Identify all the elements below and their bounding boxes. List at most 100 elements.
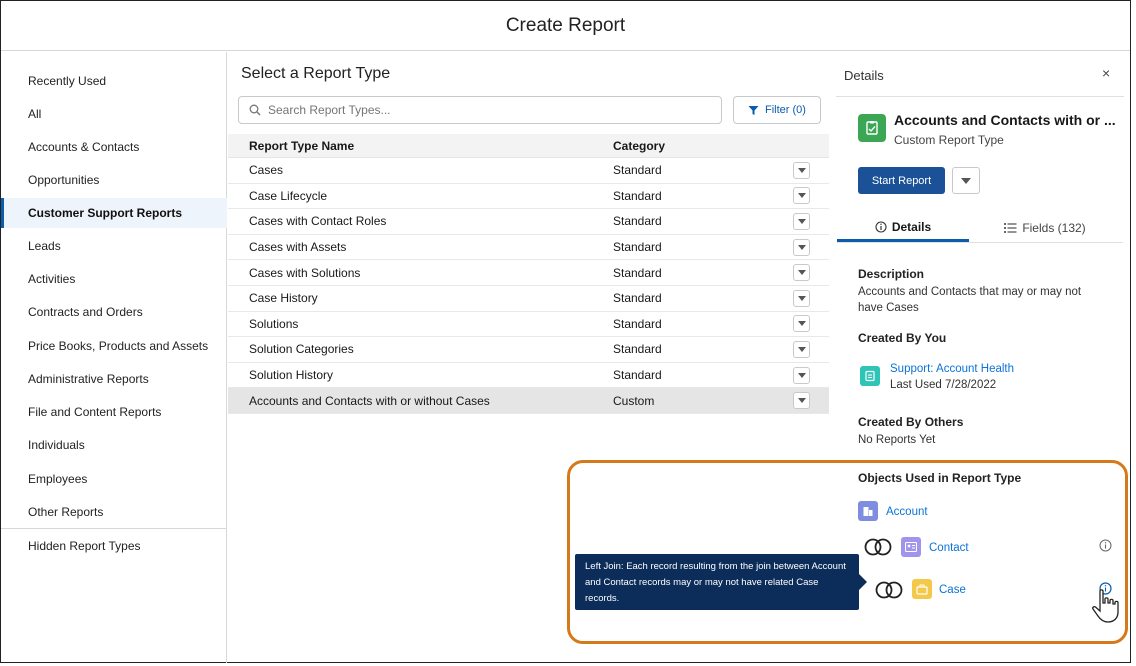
- tab-underline: [837, 242, 1123, 243]
- report-type-name-cell[interactable]: Cases with Solutions: [228, 266, 613, 280]
- table-row[interactable]: Solution Categories Standard: [228, 337, 829, 363]
- report-type-category-cell: Standard: [613, 163, 662, 178]
- table-header: Report Type Name Category: [228, 134, 829, 158]
- chevron-down-icon: [797, 244, 806, 250]
- sidebar-item-customer-support-reports[interactable]: Customer Support Reports: [1, 198, 227, 228]
- report-type-category-cell: Standard: [613, 316, 662, 331]
- chevron-down-icon: [961, 177, 971, 184]
- panel-title: Select a Report Type: [241, 65, 391, 82]
- table-row[interactable]: Cases with Contact Roles Standard: [228, 209, 829, 235]
- sidebar-item-leads[interactable]: Leads: [1, 231, 227, 261]
- tab-details-label: Details: [891, 219, 932, 234]
- search-input[interactable]: [268, 103, 708, 117]
- sidebar-item-accounts-contacts[interactable]: Accounts & Contacts: [1, 132, 227, 162]
- row-actions-button[interactable]: [793, 340, 810, 358]
- report-type-category-cell: Standard: [613, 342, 662, 357]
- table-row[interactable]: Case Lifecycle Standard: [228, 184, 829, 210]
- created-by-others-text: No Reports Yet: [858, 434, 936, 446]
- report-type-category-cell: Standard: [613, 214, 662, 229]
- dialog-title: Create Report: [505, 14, 626, 36]
- filter-icon: [748, 105, 759, 115]
- row-actions-button[interactable]: [793, 392, 810, 410]
- start-report-button[interactable]: Start Report: [858, 167, 945, 194]
- report-type-name-cell[interactable]: Solution Categories: [228, 342, 613, 356]
- search-icon: [249, 104, 261, 116]
- tab-details[interactable]: Details: [837, 214, 969, 242]
- table-row[interactable]: Solution History Standard: [228, 363, 829, 389]
- chevron-down-icon: [797, 372, 806, 378]
- report-type-name-cell[interactable]: Cases with Assets: [228, 240, 613, 254]
- row-actions-button[interactable]: [793, 187, 810, 205]
- table-row[interactable]: Solutions Standard: [228, 312, 829, 338]
- report-type-name-cell[interactable]: Solution History: [228, 368, 613, 382]
- row-actions-button[interactable]: [793, 161, 810, 179]
- report-type-table: Report Type Name Category Cases Standard C…: [228, 134, 829, 414]
- report-history-icon: [860, 366, 880, 386]
- sidebar-item-hidden-report-types[interactable]: Hidden Report Types: [1, 531, 227, 561]
- category-sidebar: Recently Used All Accounts & Contacts Op…: [1, 52, 227, 663]
- sidebar-divider: [1, 528, 227, 529]
- description-text: Accounts and Contacts that may or may no…: [858, 286, 1082, 314]
- table-row[interactable]: Cases with Assets Standard: [228, 235, 829, 261]
- row-actions-button[interactable]: [793, 315, 810, 333]
- column-header-category[interactable]: Category: [613, 139, 793, 153]
- table-row[interactable]: Cases with Solutions Standard: [228, 260, 829, 286]
- search-box[interactable]: [238, 96, 722, 124]
- chevron-down-icon: [797, 398, 806, 404]
- tab-fields[interactable]: Fields (132): [980, 214, 1110, 242]
- report-type-category-cell: Standard: [613, 368, 662, 383]
- row-actions-button[interactable]: [793, 289, 810, 307]
- sidebar-item-price-books[interactable]: Price Books, Products and Assets: [1, 331, 227, 361]
- report-type-icon: [858, 114, 886, 142]
- list-icon: [1004, 223, 1017, 233]
- left-join-tooltip: Left Join: Each record resulting from th…: [575, 554, 867, 610]
- report-type-name-cell[interactable]: Case Lifecycle: [228, 189, 613, 203]
- chevron-down-icon: [797, 167, 806, 173]
- report-type-name-cell[interactable]: Cases with Contact Roles: [228, 214, 613, 228]
- report-type-category-cell: Custom: [613, 393, 655, 408]
- report-type-name-cell[interactable]: Accounts and Contacts with or without Ca…: [228, 394, 613, 408]
- report-type-category-cell: Standard: [613, 188, 662, 203]
- row-actions-button[interactable]: [793, 366, 810, 384]
- tab-fields-label: Fields (132): [1022, 221, 1086, 235]
- description-heading: Description: [858, 267, 925, 281]
- report-type-kind: Custom Report Type: [894, 133, 1004, 147]
- table-row[interactable]: Cases Standard: [228, 158, 829, 184]
- chevron-down-icon: [797, 346, 806, 352]
- sidebar-item-employees[interactable]: Employees: [1, 464, 227, 494]
- your-report-link[interactable]: Support: Account Health: [890, 361, 1130, 377]
- row-actions-button[interactable]: [793, 212, 810, 230]
- report-type-category-cell: Standard: [613, 291, 662, 306]
- row-actions-button[interactable]: [793, 264, 810, 282]
- chevron-down-icon: [797, 295, 806, 301]
- created-by-you-heading: Created By You: [858, 331, 947, 345]
- filter-label: Filter (0): [765, 104, 806, 116]
- table-row[interactable]: Case History Standard: [228, 286, 829, 312]
- report-type-name-cell[interactable]: Solutions: [228, 317, 613, 331]
- report-type-name-cell[interactable]: Cases: [228, 163, 613, 177]
- sidebar-item-other-reports[interactable]: Other Reports: [1, 497, 227, 527]
- close-icon[interactable]: ×: [1102, 65, 1110, 81]
- table-row[interactable]: Accounts and Contacts with or without Ca…: [228, 388, 829, 414]
- sidebar-item-recently-used[interactable]: Recently Used: [1, 66, 227, 96]
- sidebar-item-file-content-reports[interactable]: File and Content Reports: [1, 397, 227, 427]
- your-report-last-used: Last Used 7/28/2022: [890, 379, 997, 391]
- sidebar-item-opportunities[interactable]: Opportunities: [1, 165, 227, 195]
- start-report-menu-button[interactable]: [952, 167, 980, 194]
- sidebar-item-contracts-orders[interactable]: Contracts and Orders: [1, 297, 227, 327]
- info-icon: [875, 220, 887, 233]
- chevron-down-icon: [797, 218, 806, 224]
- column-header-name[interactable]: Report Type Name: [228, 139, 613, 153]
- report-type-category-cell: Standard: [613, 240, 662, 255]
- row-actions-button[interactable]: [793, 238, 810, 256]
- sidebar-item-all[interactable]: All: [1, 99, 227, 129]
- sidebar-item-activities[interactable]: Activities: [1, 264, 227, 294]
- sidebar-item-individuals[interactable]: Individuals: [1, 430, 227, 460]
- sidebar-item-administrative-reports[interactable]: Administrative Reports: [1, 364, 227, 394]
- report-type-name: Accounts and Contacts with or ...: [894, 112, 1116, 128]
- details-divider: [836, 96, 1124, 97]
- objects-highlight-callout: [567, 460, 1128, 644]
- filter-button[interactable]: Filter (0): [733, 96, 821, 124]
- chevron-down-icon: [797, 270, 806, 276]
- report-type-name-cell[interactable]: Case History: [228, 291, 613, 305]
